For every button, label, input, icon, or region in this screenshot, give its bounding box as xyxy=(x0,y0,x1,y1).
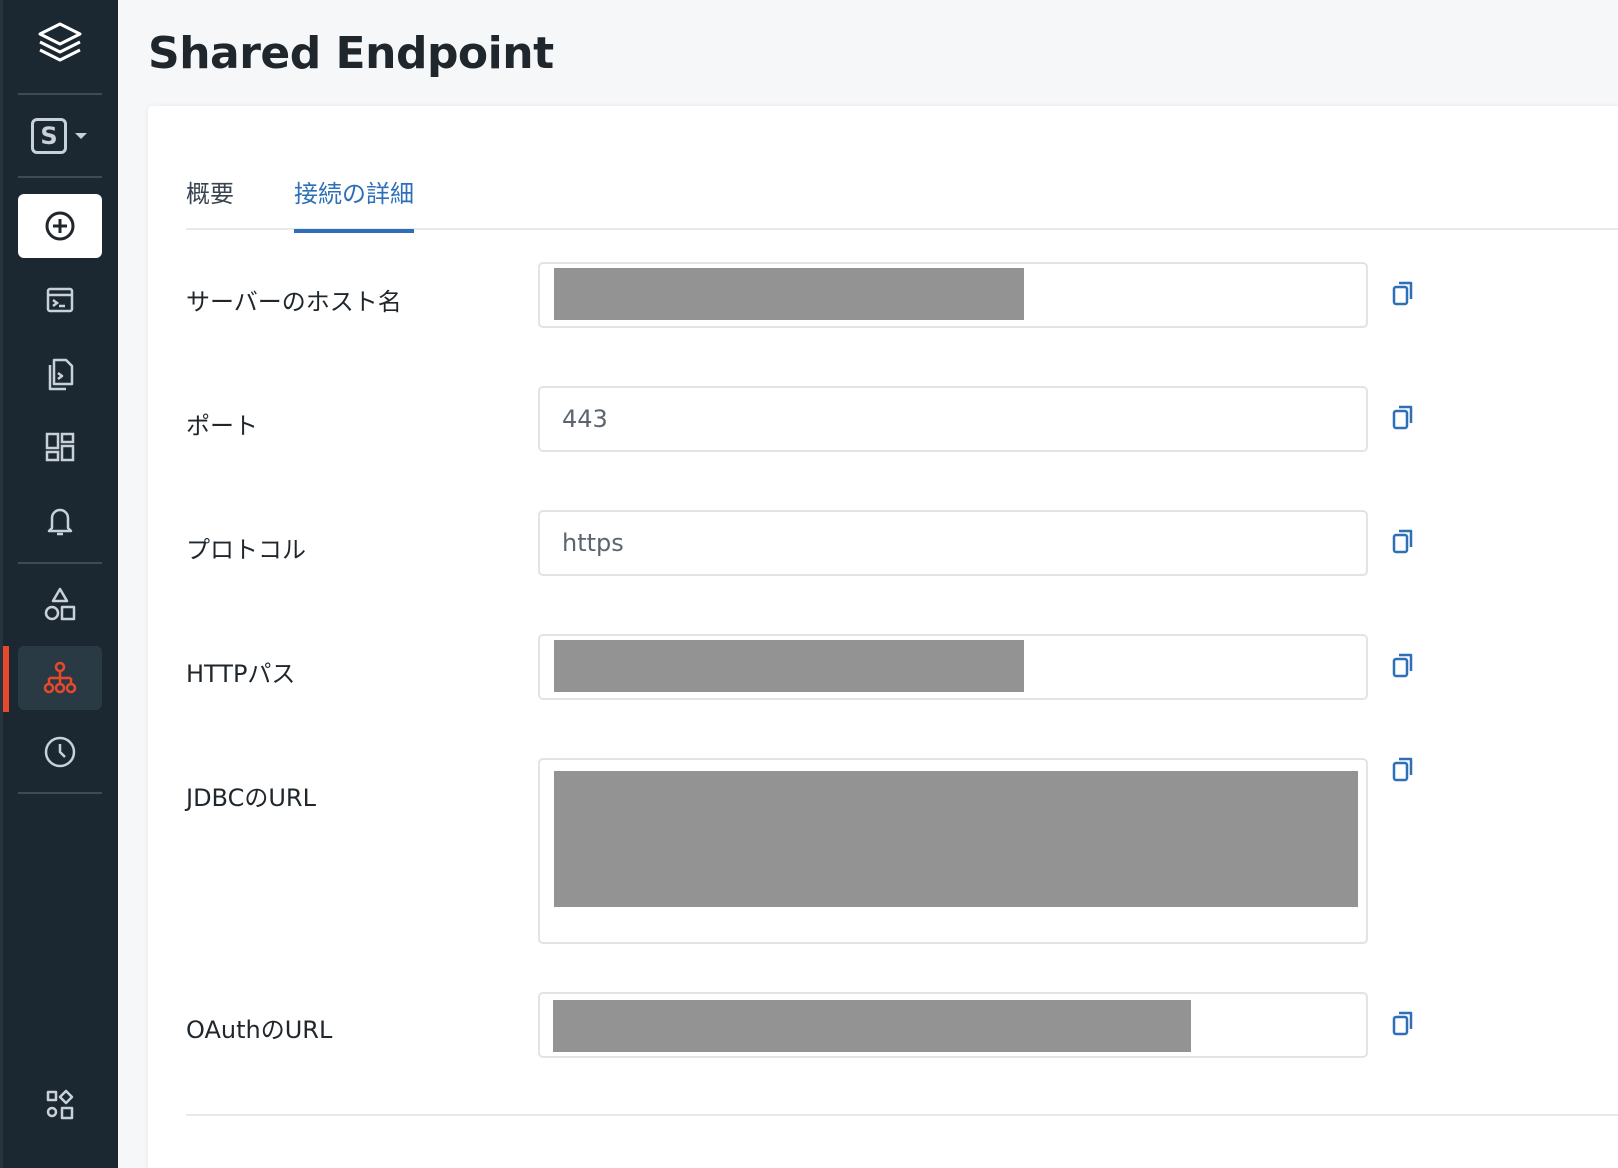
dashboards-icon xyxy=(44,431,76,463)
divider xyxy=(186,1114,1618,1116)
layers-logo-icon xyxy=(34,18,86,70)
redacted-value xyxy=(553,1000,1191,1052)
redacted-value xyxy=(554,268,1024,320)
sidebar-item-queries[interactable] xyxy=(18,342,102,406)
port-field[interactable]: 443 xyxy=(538,386,1368,452)
queries-icon xyxy=(44,356,76,392)
copy-icon xyxy=(1391,527,1415,559)
sidebar-item-home[interactable] xyxy=(18,12,102,76)
sidebar-separator xyxy=(18,562,102,564)
sidebar-item-alerts[interactable] xyxy=(18,489,102,553)
copy-icon xyxy=(1391,403,1415,435)
copy-protocol-button[interactable] xyxy=(1388,526,1418,560)
sidebar-separator xyxy=(18,93,102,95)
port-label: ポート xyxy=(186,412,258,440)
sidebar-separator xyxy=(18,792,102,794)
page-title: Shared Endpoint xyxy=(148,28,554,79)
tab-overview[interactable]: 概要 xyxy=(186,174,234,229)
oauth-url-label: OAuthのURL xyxy=(186,1016,333,1044)
sidebar-item-history[interactable] xyxy=(18,720,102,784)
jdbc-url-label: JDBCのURL xyxy=(186,784,316,812)
sidebar-separator xyxy=(18,176,102,178)
copy-http-path-button[interactable] xyxy=(1388,650,1418,684)
alerts-bell-icon xyxy=(44,504,76,538)
copy-hostname-button[interactable] xyxy=(1388,278,1418,312)
hostname-field[interactable] xyxy=(538,262,1368,328)
sidebar-item-create[interactable] xyxy=(18,194,102,258)
sidebar-edge xyxy=(0,0,3,1168)
data-shapes-icon xyxy=(43,586,77,622)
copy-icon xyxy=(1391,1009,1415,1041)
protocol-label: プロトコル xyxy=(186,536,306,564)
workspace-switcher[interactable]: S xyxy=(18,104,102,168)
history-clock-icon xyxy=(43,735,77,769)
redacted-value xyxy=(554,640,1024,692)
endpoints-icon xyxy=(42,660,78,696)
copy-icon xyxy=(1391,651,1415,683)
jdbc-url-field[interactable] xyxy=(538,758,1368,944)
copy-icon xyxy=(1391,279,1415,311)
oauth-url-field[interactable] xyxy=(538,992,1368,1058)
protocol-field[interactable]: https xyxy=(538,510,1368,576)
plus-circle-icon xyxy=(44,210,76,242)
tab-bar: 概要 接続の詳細 xyxy=(186,164,1618,233)
copy-jdbc-url-button[interactable] xyxy=(1388,754,1418,788)
sql-editor-icon xyxy=(44,284,76,316)
http-path-field[interactable] xyxy=(538,634,1368,700)
tab-connection-details[interactable]: 接続の詳細 xyxy=(294,174,414,233)
sidebar-item-settings[interactable] xyxy=(18,1072,102,1136)
sidebar-item-data[interactable] xyxy=(18,572,102,636)
copy-icon xyxy=(1391,755,1415,787)
redacted-value xyxy=(554,771,1358,907)
settings-shapes-icon xyxy=(44,1088,76,1120)
http-path-label: HTTPパス xyxy=(186,660,296,688)
sidebar: S xyxy=(0,0,118,1168)
sidebar-item-sql-editor[interactable] xyxy=(18,268,102,332)
workspace-switcher-icon: S xyxy=(31,118,89,154)
copy-port-button[interactable] xyxy=(1388,402,1418,436)
active-indicator xyxy=(3,646,9,712)
hostname-label: サーバーのホスト名 xyxy=(186,288,402,316)
copy-oauth-url-button[interactable] xyxy=(1388,1008,1418,1042)
connection-card: 概要 接続の詳細 サーバーのホスト名 ポート 443 プロトコル https H… xyxy=(148,106,1618,1168)
sidebar-item-dashboards[interactable] xyxy=(18,415,102,479)
sidebar-item-endpoints[interactable] xyxy=(18,646,102,710)
workspace-letter: S xyxy=(31,118,67,154)
